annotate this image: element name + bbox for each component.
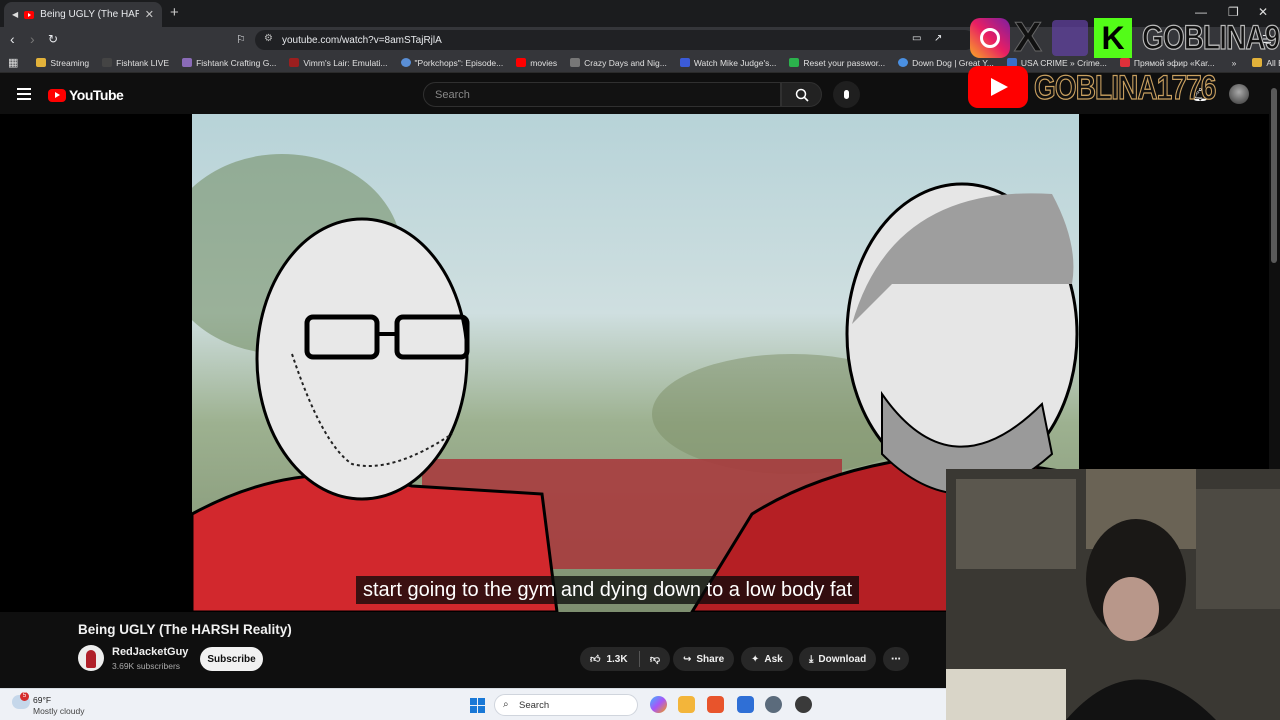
like-button[interactable]: 👍︎ 1.3K — [590, 653, 628, 666]
windows-taskbar: 5 69°F Mostly cloudy ⌕ Search — [0, 688, 946, 720]
subscribe-button[interactable]: Subscribe — [200, 647, 263, 671]
youtube-favicon-icon — [516, 58, 527, 67]
speaker-icon: ◀ — [12, 10, 19, 19]
browser-tab-active[interactable]: ◀ Being UGLY (The HARSH Reali ✕ — [4, 2, 162, 27]
tab-title: Being UGLY (The HARSH Reali — [40, 9, 139, 20]
bookmark-item[interactable]: Streaming — [36, 58, 89, 68]
youtube-play-icon — [48, 88, 66, 102]
bookmark-item[interactable]: movies — [516, 58, 557, 68]
notepad-icon[interactable] — [737, 696, 754, 713]
close-tab-icon[interactable]: ✕ — [145, 8, 154, 21]
instagram-icon — [970, 18, 1010, 58]
thumbs-up-icon: 👍︎ — [590, 654, 601, 665]
search-input[interactable]: Search — [423, 82, 781, 107]
weather-condition: Mostly cloudy — [33, 706, 85, 716]
search-icon — [795, 88, 809, 102]
share-icon: ↪ — [683, 653, 692, 665]
bookmark-favicon-icon — [182, 58, 193, 67]
twitch-icon — [1052, 20, 1088, 56]
cast-icon[interactable]: ▭ — [912, 33, 921, 44]
bookmark-item[interactable]: Fishtank Crafting G... — [182, 58, 276, 68]
windows-start-icon[interactable] — [470, 698, 485, 713]
overlay-handle-bottom: GOBLINA1776 — [1033, 68, 1216, 107]
bookmark-item[interactable]: Crazy Days and Nig... — [570, 58, 667, 68]
copilot-icon[interactable] — [650, 696, 667, 713]
file-explorer-icon[interactable] — [678, 696, 695, 713]
player-letterbox-left — [0, 114, 192, 612]
page-scrollbar[interactable] — [1271, 88, 1277, 263]
sparkle-icon: ✦ — [751, 653, 760, 665]
youtube-logo[interactable]: YouTube — [48, 87, 124, 103]
youtube-favicon-icon — [24, 10, 35, 19]
subscriber-count: 3.69K subscribers — [112, 661, 181, 671]
youtube-overlay-icon — [968, 66, 1028, 108]
webcam-feed — [946, 469, 1280, 720]
brave-browser-icon[interactable] — [707, 696, 724, 713]
kick-icon: K — [1094, 18, 1132, 58]
thumbs-down-icon: 👎︎ — [649, 654, 660, 665]
bookmark-item[interactable]: Vimm's Lair: Emulati... — [289, 58, 388, 68]
guide-menu-icon[interactable] — [17, 88, 31, 100]
webcam-scene — [946, 469, 1280, 720]
channel-avatar[interactable] — [78, 645, 104, 671]
dislike-button[interactable]: 👎︎ — [650, 653, 660, 665]
settings-gear-icon[interactable] — [765, 696, 782, 713]
url-text: youtube.com/watch?v=8amSTajRjlA — [282, 34, 442, 46]
search-icon: ⌕ — [503, 699, 509, 710]
bookmark-favicon-icon — [102, 58, 113, 67]
folder-icon — [36, 58, 47, 67]
bookmark-icon[interactable]: ⚐ — [236, 33, 246, 46]
bookmark-item[interactable]: Reset your passwor... — [789, 58, 885, 68]
bookmark-favicon-icon — [570, 58, 581, 67]
reload-icon[interactable]: ↻ — [48, 32, 58, 46]
apps-grid-icon[interactable]: ▦ — [8, 56, 18, 69]
bookmark-favicon-icon — [679, 58, 690, 67]
site-info-icon[interactable]: ⚙ — [264, 33, 273, 44]
more-horizontal-icon: ⋯ — [891, 653, 901, 665]
bookmark-favicon-icon — [789, 58, 800, 67]
search-button[interactable] — [781, 82, 822, 107]
temperature: 69°F — [33, 695, 52, 705]
x-twitter-icon: X — [1013, 13, 1043, 60]
ask-button[interactable]: ✦ Ask — [741, 647, 793, 671]
taskbar-search[interactable]: ⌕ Search — [494, 694, 638, 716]
forward-icon[interactable]: › — [30, 31, 35, 47]
share-button[interactable]: ↪ Share — [673, 647, 735, 671]
channel-name[interactable]: RedJacketGuy — [112, 646, 188, 658]
voice-search-button[interactable] — [833, 81, 860, 108]
video-caption: start going to the gym and dying down to… — [356, 576, 860, 604]
like-dislike-group: 👍︎ 1.3K 👎︎ — [580, 647, 670, 671]
share-page-icon[interactable]: ↗ — [934, 33, 942, 44]
video-title: Being UGLY (The HARSH Reality) — [78, 622, 292, 637]
stream-social-overlay: X K GOBLINA911 GOBLINA1776 — [966, 13, 1280, 110]
bookmark-item[interactable]: Fishtank LIVE — [102, 58, 169, 68]
obs-icon[interactable] — [795, 696, 812, 713]
microphone-icon — [844, 90, 849, 99]
bookmark-item[interactable]: "Porkchops": Episode... — [400, 58, 503, 68]
address-bar[interactable]: ⚙ youtube.com/watch?v=8amSTajRjlA — [255, 30, 975, 50]
more-actions-button[interactable]: ⋯ — [883, 647, 909, 671]
bookmark-favicon-icon — [898, 58, 909, 67]
weather-badge: 5 — [20, 692, 29, 701]
bookmark-favicon-icon — [289, 58, 300, 67]
like-count: 1.3K — [606, 653, 628, 665]
download-button[interactable]: ⤓ Download — [799, 647, 877, 671]
new-tab-button[interactable]: + — [170, 4, 179, 21]
bookmark-favicon-icon — [400, 58, 411, 67]
bookmark-item[interactable]: Watch Mike Judge's... — [679, 58, 776, 68]
overlay-handle-top: GOBLINA911 — [1141, 18, 1280, 57]
back-icon[interactable]: ‹ — [10, 31, 15, 47]
download-icon: ⤓ — [809, 653, 814, 665]
